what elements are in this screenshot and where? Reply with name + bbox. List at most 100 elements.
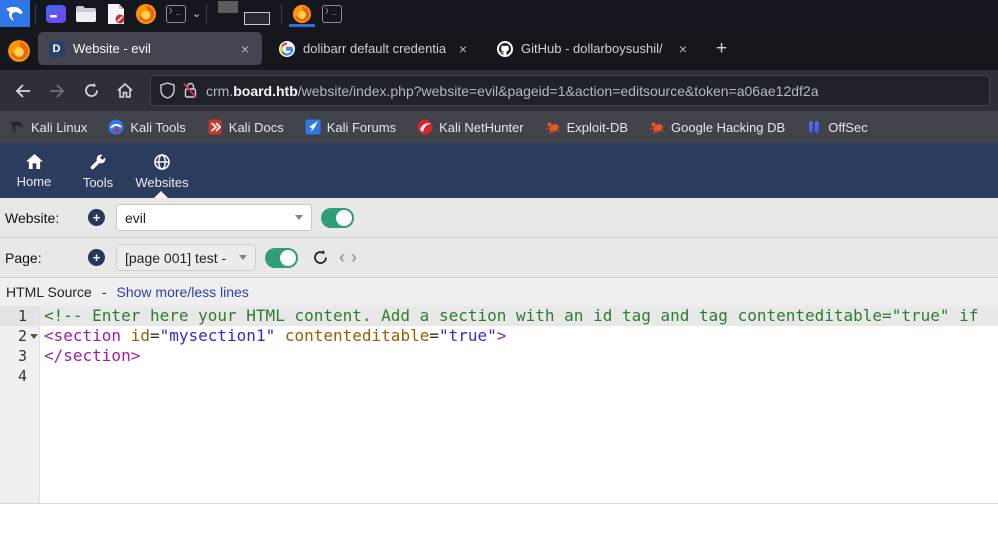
- home-icon: [26, 154, 43, 169]
- tab-close-icon[interactable]: ×: [238, 41, 252, 57]
- page-status-toggle[interactable]: [265, 248, 298, 268]
- bookmark-kali-tools[interactable]: Kali Tools: [108, 119, 185, 135]
- show-more-less-link[interactable]: Show more/less lines: [117, 284, 249, 300]
- firefox-app-icon: [7, 39, 31, 63]
- taskbar-separator: [35, 4, 36, 24]
- bookmark-google-hacking-db[interactable]: Google Hacking DB: [649, 119, 785, 135]
- page-select[interactable]: [page 001] test - …: [116, 244, 256, 271]
- bookmark-kali-nethunter[interactable]: Kali NetHunter: [417, 119, 524, 135]
- html-source-bar: HTML Source - Show more/less lines: [0, 278, 998, 306]
- tab-github[interactable]: GitHub - dollarboysushil/ ×: [486, 32, 700, 65]
- tab-website-evil[interactable]: D Website - evil ×: [38, 32, 262, 65]
- tab-close-icon[interactable]: ×: [456, 41, 470, 57]
- refresh-icon: [312, 249, 329, 266]
- dolibarr-main-menu: Home Tools Websites: [0, 143, 998, 198]
- tab-dolibarr-credentials[interactable]: dolibarr default credentia ×: [268, 32, 480, 65]
- exploit-db-bug-icon: [545, 119, 561, 135]
- offsec-icon: [806, 119, 822, 135]
- firefox-icon: [292, 4, 312, 24]
- line-number: 1: [0, 306, 39, 326]
- menu-item-websites[interactable]: Websites: [130, 143, 194, 198]
- page-select-value: [page 001] test - …: [125, 250, 231, 266]
- workspace-2[interactable]: [244, 12, 270, 25]
- tab-close-icon[interactable]: ×: [676, 41, 690, 57]
- menu-label: Tools: [83, 175, 113, 190]
- bookmark-kali-linux[interactable]: Kali Linux: [9, 119, 87, 135]
- url-text: crm.board.htb/website/index.php?website=…: [206, 83, 819, 99]
- taskbar-window-firefox[interactable]: [287, 0, 317, 27]
- editor-gutter: 1234: [0, 306, 40, 503]
- document-icon: [106, 3, 126, 25]
- bookmark-kali-forums[interactable]: Kali Forums: [305, 119, 396, 135]
- menu-item-tools[interactable]: Tools: [66, 143, 130, 198]
- website-select-value: evil: [125, 210, 146, 226]
- insecure-lock-icon[interactable]: [183, 82, 198, 99]
- bookmark-kali-docs[interactable]: Kali Docs: [207, 119, 284, 135]
- code-line[interactable]: <section id="mysection1" contenteditable…: [40, 326, 998, 346]
- add-page-button[interactable]: +: [88, 249, 105, 266]
- website-label: Website:: [0, 210, 88, 226]
- file-manager-launcher[interactable]: [73, 2, 99, 26]
- globe-icon: [154, 154, 170, 170]
- bookmark-offsec[interactable]: OffSec: [806, 119, 868, 135]
- fold-toggle-icon[interactable]: [30, 334, 38, 339]
- bookmarks-bar: Kali Linux Kali Tools Kali Docs Kali For…: [0, 111, 998, 143]
- tab-strip: D Website - evil × dolibarr default cred…: [0, 27, 998, 70]
- chevron-down-icon: [239, 255, 247, 260]
- taskbar-separator: [281, 4, 282, 24]
- firefox-launcher[interactable]: [133, 2, 159, 26]
- terminal-icon: 〉_: [322, 5, 342, 23]
- kali-nethunter-icon: [417, 119, 433, 135]
- terminal-launcher[interactable]: 〉_: [163, 2, 189, 26]
- ghdb-bug-icon: [649, 119, 665, 135]
- kali-docs-icon: [207, 119, 223, 135]
- wrench-icon: [90, 154, 106, 170]
- chevron-down-icon: [295, 215, 303, 220]
- window-manager-icon: [45, 3, 67, 25]
- kali-forums-icon: [305, 119, 321, 135]
- taskbar-separator: [206, 4, 207, 24]
- bookmark-label: Kali Linux: [31, 120, 87, 135]
- code-line[interactable]: [40, 366, 998, 386]
- active-menu-caret: [154, 191, 168, 198]
- tab-title: Website - evil: [73, 41, 230, 56]
- add-website-button[interactable]: +: [88, 209, 105, 226]
- website-select[interactable]: evil: [116, 204, 312, 231]
- kali-menu-button[interactable]: [0, 0, 30, 27]
- bookmark-exploit-db[interactable]: Exploit-DB: [545, 119, 628, 135]
- url-bar[interactable]: crm.board.htb/website/index.php?website=…: [150, 75, 990, 106]
- refresh-page-button[interactable]: [312, 249, 329, 266]
- line-number: 2: [0, 326, 39, 346]
- home-button[interactable]: [110, 76, 140, 106]
- bookmark-label: Kali Tools: [130, 120, 185, 135]
- previous-page-button[interactable]: ‹: [339, 247, 345, 268]
- code-line[interactable]: <!-- Enter here your HTML content. Add a…: [40, 306, 998, 326]
- source-code-editor[interactable]: 1234 <!-- Enter here your HTML content. …: [0, 306, 998, 504]
- taskbar-window-terminal[interactable]: 〉_: [317, 0, 347, 27]
- page-row: Page: + [page 001] test - … ‹ ›: [0, 238, 998, 278]
- line-number: 3: [0, 346, 39, 366]
- workspace-1[interactable]: [218, 1, 238, 13]
- bookmark-label: Kali Docs: [229, 120, 284, 135]
- window-manager-launcher[interactable]: [43, 2, 69, 26]
- menu-item-home[interactable]: Home: [2, 143, 66, 198]
- launcher-dropdown-chevron-icon[interactable]: ⌄: [192, 7, 201, 20]
- google-favicon: [278, 40, 295, 57]
- reload-button[interactable]: [76, 76, 106, 106]
- terminal-icon: 〉_: [166, 5, 186, 23]
- forward-button[interactable]: [42, 76, 72, 106]
- website-status-toggle[interactable]: [321, 208, 354, 228]
- code-lines[interactable]: <!-- Enter here your HTML content. Add a…: [40, 306, 998, 503]
- workspace-pager[interactable]: [216, 0, 272, 27]
- bookmark-label: Kali NetHunter: [439, 120, 524, 135]
- back-button[interactable]: [8, 76, 38, 106]
- tab-title: GitHub - dollarboysushil/: [521, 41, 668, 56]
- dolibarr-favicon: D: [48, 40, 65, 57]
- text-editor-launcher[interactable]: [103, 2, 129, 26]
- folder-icon: [75, 4, 97, 24]
- html-source-title: HTML Source: [6, 284, 92, 300]
- new-tab-button[interactable]: +: [706, 36, 737, 62]
- tracking-shield-icon[interactable]: [160, 82, 175, 99]
- code-line[interactable]: </section>: [40, 346, 998, 366]
- next-page-button[interactable]: ›: [351, 247, 357, 268]
